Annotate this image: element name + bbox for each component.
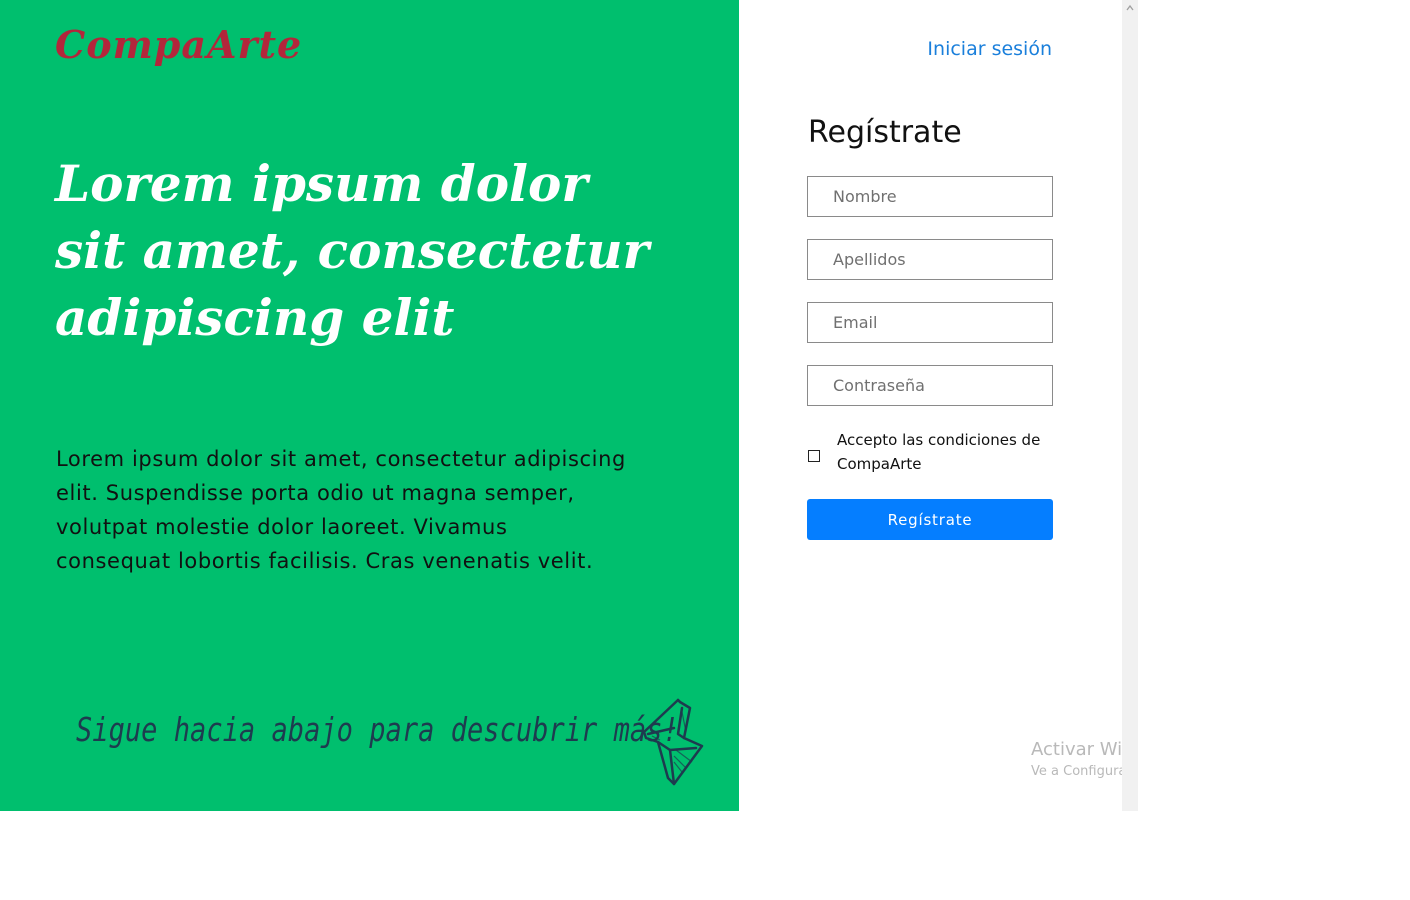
signup-panel: Iniciar sesión Regístrate Accepto las co… (739, 0, 1122, 811)
vertical-scrollbar[interactable] (1122, 0, 1138, 811)
password-input[interactable] (807, 365, 1053, 406)
brand-logo[interactable]: CompaArte (55, 22, 302, 67)
last-name-input[interactable] (807, 239, 1053, 280)
hero-headline: Lorem ipsum dolor sit amet, consectetur … (55, 154, 649, 347)
scroll-hint-text: Sigue hacia abajo para descubrir más! (76, 710, 679, 749)
terms-checkbox[interactable] (808, 450, 820, 462)
sketch-arrow-icon (642, 698, 704, 786)
watermark-title: Activar Windows (1031, 739, 1122, 760)
page-viewport: CompaArte Lorem ipsum dolor sit amet, co… (0, 0, 1138, 811)
register-button[interactable]: Regístrate (807, 499, 1053, 540)
login-link[interactable]: Iniciar sesión (927, 38, 1052, 60)
signup-title: Regístrate (808, 115, 962, 150)
scroll-up-arrow-icon[interactable] (1126, 4, 1134, 12)
terms-label[interactable]: Accepto las condiciones de CompaArte (837, 428, 1052, 476)
first-name-input[interactable] (807, 176, 1053, 217)
windows-activation-watermark: Activar Windows Ve a Configuración para … (1031, 739, 1122, 781)
hero-description: Lorem ipsum dolor sit amet, consectetur … (56, 447, 626, 573)
hero-section: CompaArte Lorem ipsum dolor sit amet, co… (0, 0, 739, 811)
watermark-subtitle: Ve a Configuración para activar Windows. (1031, 764, 1122, 779)
email-input[interactable] (807, 302, 1053, 343)
